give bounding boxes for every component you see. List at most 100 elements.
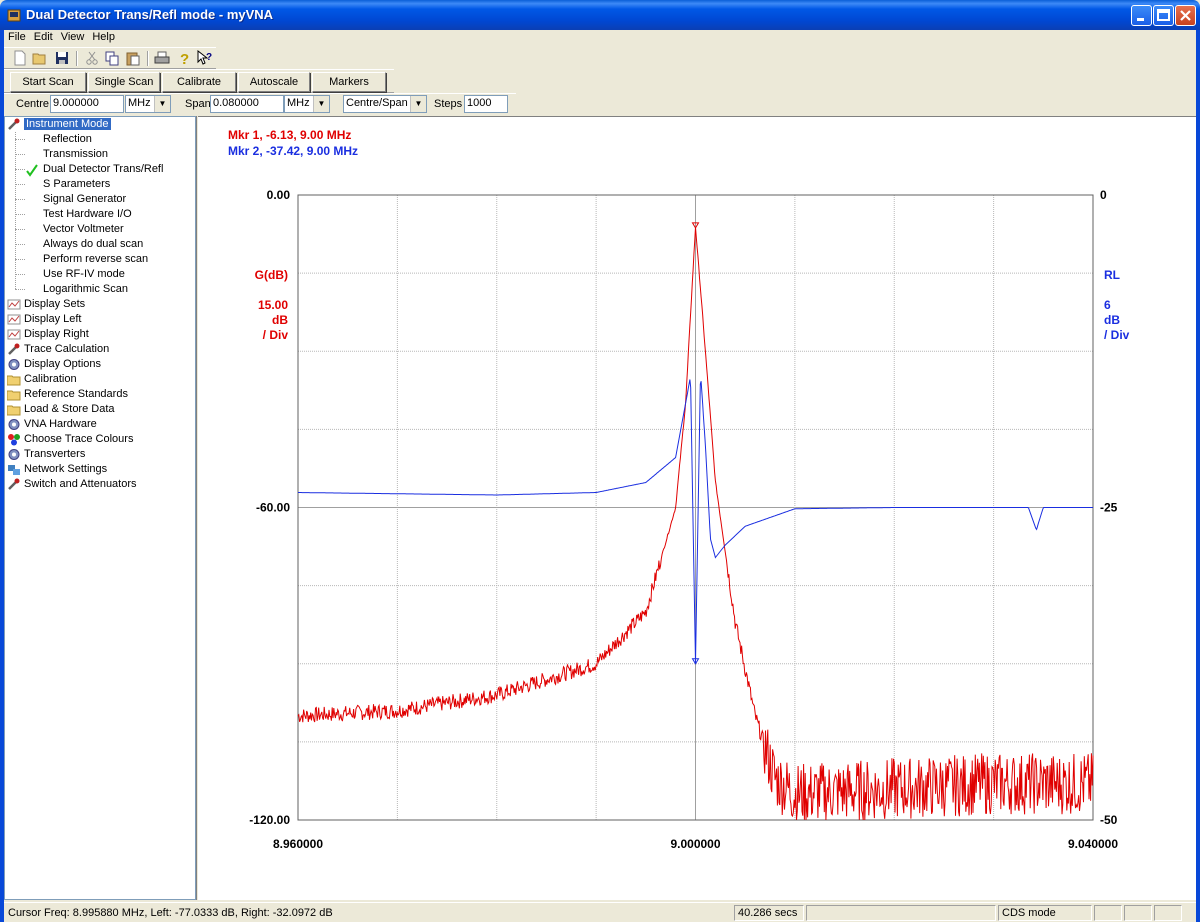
tree-item-s-parameters[interactable]: S Parameters	[25, 177, 110, 192]
tree-guide-line	[15, 289, 25, 290]
tree-item-reference-standards[interactable]: Reference Standards	[7, 387, 128, 402]
centre-input[interactable]: 9.000000	[50, 95, 124, 113]
chevron-down-icon: ▼	[410, 96, 426, 112]
tree-label: Load & Store Data	[24, 403, 115, 415]
x-axis-tick-left: 8.960000	[273, 837, 323, 851]
autoscale-button[interactable]: Autoscale	[238, 72, 310, 92]
tree-item-network-settings[interactable]: Network Settings	[7, 462, 107, 477]
status-panel-empty	[1154, 905, 1182, 921]
save-icon[interactable]	[54, 50, 70, 66]
status-cursor: Cursor Freq: 8.995880 MHz, Left: -77.033…	[8, 907, 333, 919]
start-scan-button[interactable]: Start Scan	[10, 72, 86, 92]
window-title: Dual Detector Trans/Refl mode - myVNA	[26, 7, 274, 22]
frequency-toolbar: Centre 9.000000 MHz ▼ Span 0.080000 MHz ▼ …	[4, 93, 516, 115]
chevron-down-icon: ▼	[313, 96, 329, 112]
status-panel-empty	[1094, 905, 1122, 921]
folder-icon	[7, 375, 21, 386]
maximize-icon	[1157, 9, 1170, 21]
steps-input[interactable]: 1000	[464, 95, 508, 113]
tree-item-trace-calculation[interactable]: Trace Calculation	[7, 342, 109, 357]
tree-guide-line	[15, 274, 25, 275]
tree-item-always-do-dual-scan[interactable]: Always do dual scan	[25, 237, 143, 252]
tree-item-calibration[interactable]: Calibration	[7, 372, 77, 387]
title-bar[interactable]: Dual Detector Trans/Refl mode - myVNA	[0, 0, 1200, 30]
marker-2-readout: Mkr 2, -37.42, 9.00 MHz	[228, 144, 358, 158]
cut-icon[interactable]	[84, 50, 100, 66]
folder-icon	[7, 405, 21, 416]
tree-item-choose-trace-colours[interactable]: Choose Trace Colours	[7, 432, 133, 447]
tree-item-reflection[interactable]: Reflection	[25, 132, 92, 147]
tree-guide-line	[15, 169, 25, 170]
minimize-button[interactable]	[1131, 5, 1152, 26]
tree-item-signal-generator[interactable]: Signal Generator	[25, 192, 126, 207]
right-axis-tick-top: 0	[1100, 188, 1107, 202]
markers-button[interactable]: Markers	[312, 72, 386, 92]
tree-guide-line	[15, 244, 25, 245]
tree-item-dual-detector-trans-refl[interactable]: Dual Detector Trans/Refl	[25, 162, 163, 177]
paste-icon[interactable]	[125, 50, 141, 66]
tree-item-load-store-data[interactable]: Load & Store Data	[7, 402, 115, 417]
open-icon[interactable]	[32, 50, 48, 66]
left-axis-scale-value: 15.00	[258, 298, 288, 312]
tree-item-transmission[interactable]: Transmission	[25, 147, 108, 162]
plot-area[interactable]: Mkr 1, -6.13, 9.00 MHz Mkr 2, -37.42, 9.0…	[198, 116, 1196, 900]
close-button[interactable]	[1175, 5, 1196, 26]
left-axis-title: G(dB)	[255, 268, 288, 282]
tree-label: Network Settings	[24, 463, 108, 475]
tree-guide-line	[15, 199, 25, 200]
tree-item-test-hardware-i-o[interactable]: Test Hardware I/O	[25, 207, 132, 222]
menu-help[interactable]: Help	[88, 30, 119, 43]
tree-item-use-rf-iv-mode[interactable]: Use RF-IV mode	[25, 267, 125, 282]
tree-label: Signal Generator	[43, 193, 127, 205]
wrench-icon	[8, 118, 20, 130]
tree-item-transverters[interactable]: Transverters	[7, 447, 85, 462]
centre-label: Centre	[16, 98, 50, 110]
left-axis-scale-per: / Div	[263, 328, 289, 342]
left-axis-scale-unit: dB	[272, 313, 288, 327]
span-input[interactable]: 0.080000	[210, 95, 284, 113]
x-axis-tick-right: 9.040000	[1068, 837, 1118, 851]
context-help-icon[interactable]: ?	[197, 50, 213, 66]
tree-label: Use RF-IV mode	[43, 268, 125, 280]
marker-1-readout: Mkr 1, -6.13, 9.00 MHz	[228, 128, 351, 142]
tree-item-display-options[interactable]: Display Options	[7, 357, 101, 372]
tree-item-display-sets[interactable]: Display Sets	[7, 297, 85, 312]
toolbar-separator	[147, 51, 149, 66]
tree-label: Transverters	[24, 448, 86, 460]
right-axis-tick-bottom: -50	[1100, 813, 1118, 827]
gear-icon	[8, 449, 20, 460]
tree-item-display-right[interactable]: Display Right	[7, 327, 89, 342]
menu-view[interactable]: View	[57, 30, 89, 43]
tree-item-perform-reverse-scan[interactable]: Perform reverse scan	[25, 252, 148, 267]
display-icon	[7, 299, 21, 310]
sweep-mode-select[interactable]: Centre/Span ▼	[343, 95, 427, 113]
x-axis-tick-centre: 9.000000	[670, 837, 720, 851]
copy-icon[interactable]	[104, 50, 120, 66]
new-icon[interactable]	[12, 50, 28, 66]
menu-edit[interactable]: Edit	[30, 30, 57, 43]
left-axis-tick-bottom: -120.00	[249, 813, 290, 827]
print-icon[interactable]	[154, 50, 170, 66]
tree-item-vector-voltmeter[interactable]: Vector Voltmeter	[25, 222, 124, 237]
minimize-icon	[1137, 18, 1144, 21]
tree-item-instrument-mode[interactable]: Instrument Mode	[7, 117, 111, 132]
span-unit-value: MHz	[287, 97, 310, 109]
chevron-down-icon: ▼	[154, 96, 170, 112]
tree-item-display-left[interactable]: Display Left	[7, 312, 81, 327]
svg-text:?: ?	[180, 51, 189, 66]
tree-guide-line	[15, 139, 25, 140]
help-icon[interactable]: ?	[176, 50, 192, 66]
centre-unit-select[interactable]: MHz ▼	[125, 95, 171, 113]
tree-item-vna-hardware[interactable]: VNA Hardware	[7, 417, 97, 432]
maximize-button[interactable]	[1153, 5, 1174, 26]
status-mode: CDS mode	[998, 905, 1092, 921]
span-unit-select[interactable]: MHz ▼	[284, 95, 330, 113]
calibrate-button[interactable]: Calibrate	[162, 72, 236, 92]
menu-file[interactable]: File	[4, 30, 30, 43]
single-scan-button[interactable]: Single Scan	[88, 72, 160, 92]
tree-label: Dual Detector Trans/Refl	[43, 163, 164, 175]
tree-item-switch-and-attenuators[interactable]: Switch and Attenuators	[7, 477, 137, 492]
tree-item-logarithmic-scan[interactable]: Logarithmic Scan	[25, 282, 128, 297]
right-axis-scale-unit: dB	[1104, 313, 1120, 327]
centre-unit-value: MHz	[128, 97, 151, 109]
